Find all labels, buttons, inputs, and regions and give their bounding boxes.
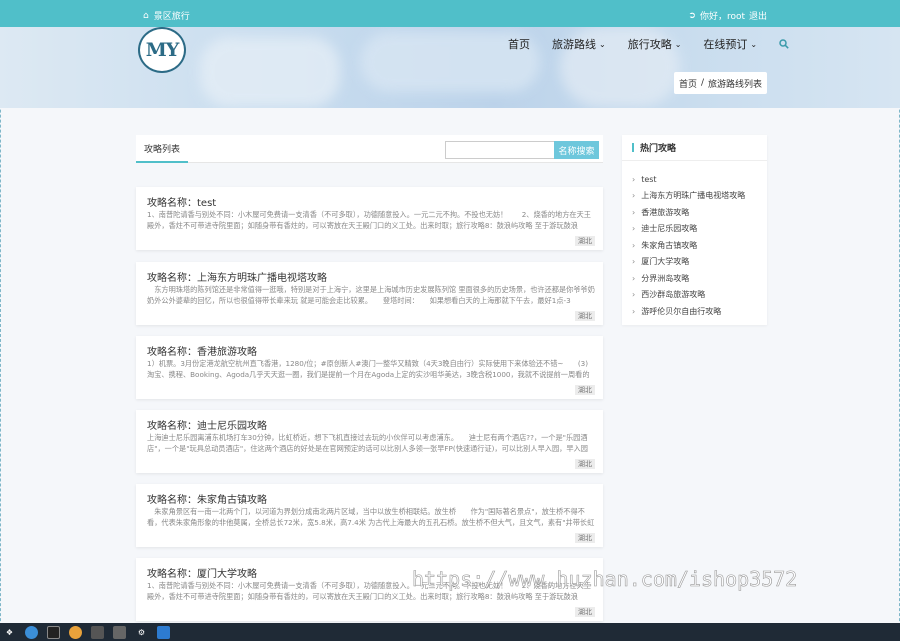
breadcrumb-current: 旅游路线列表 — [708, 79, 763, 90]
hot-guides-title: 热门攻略 — [640, 144, 677, 154]
settings-icon[interactable]: ⚙ — [135, 625, 148, 639]
browser-icon[interactable] — [25, 625, 38, 639]
hot-guide-item[interactable]: › 厦门大学攻略 — [632, 254, 745, 271]
chevron-right-icon: › — [632, 257, 636, 267]
card-tag: 湖北 — [575, 459, 595, 469]
list-header: 攻略列表 名称搜索 — [136, 135, 603, 163]
card-desc: 东方明珠塔的陈列馆还是非常值得一逛哦，特别是对于上海宁，这里是上海城市历史发展陈… — [147, 285, 595, 305]
chevron-right-icon: › — [632, 273, 636, 283]
user-greeting: 你好，root — [699, 12, 745, 22]
hot-guide-item[interactable]: › 迪士尼乐园攻略 — [632, 221, 745, 238]
chevron-right-icon: › — [632, 240, 636, 250]
card-title[interactable]: 攻略名称：test — [147, 194, 216, 209]
editor-icon[interactable] — [157, 625, 170, 639]
app-icon[interactable] — [113, 625, 126, 639]
breadcrumb: 首页 / 旅游路线列表 — [674, 72, 767, 94]
home-icon: ⌂ — [143, 10, 149, 21]
search-icon[interactable] — [779, 39, 789, 49]
hot-guide-item[interactable]: › test — [632, 171, 745, 188]
list-item[interactable]: 攻略名称：香港旅游攻略 1）机票。3月份定港龙航空杭州直飞香港，1280/位；#… — [136, 336, 603, 399]
hot-guide-item[interactable]: › 香港旅游攻略 — [632, 204, 745, 221]
ide-icon[interactable] — [47, 625, 60, 639]
list-item[interactable]: 攻略名称：迪士尼乐园攻略 上海迪士尼乐园离浦东机场打车30分钟，比虹桥近，想下飞… — [136, 410, 603, 473]
nav-home[interactable]: 首页 — [508, 36, 530, 52]
chevron-right-icon: › — [632, 290, 636, 300]
hot-guides-panel: 热门攻略 › test › 上海东方明珠广播电视塔攻略 › 香港旅游攻略 › 迪士尼乐园… — [622, 135, 767, 325]
chevron-down-icon: ⌄ — [674, 39, 682, 49]
list-item[interactable]: 攻略名称：上海东方明珠广播电视塔攻略 东方明珠塔的陈列馆还是非常值得一逛哦，特别… — [136, 262, 603, 325]
login-icon: ➲ — [688, 10, 696, 21]
nav-guides[interactable]: 旅行攻略 ⌄ — [628, 36, 682, 52]
site-logo[interactable]: MY — [138, 27, 186, 73]
chevron-down-icon: ⌄ — [599, 39, 606, 49]
chevron-right-icon: › — [632, 306, 636, 316]
card-title[interactable]: 攻略名称：迪士尼乐园攻略 — [147, 417, 267, 432]
card-tag: 湖北 — [575, 311, 595, 321]
hot-guide-item[interactable]: › 西沙群岛旅游攻略 — [632, 287, 745, 304]
chevron-right-icon: › — [632, 207, 636, 217]
accent-bar-icon — [632, 143, 634, 152]
card-tag: 湖北 — [575, 236, 595, 246]
card-desc: 1、南普陀请香与别处不同：小木屋可免费请一支清香（不可多取），功德随意投入。一元… — [147, 210, 591, 230]
nav-routes[interactable]: 旅游路线 ⌄ — [552, 36, 606, 52]
list-item[interactable]: 攻略名称：test 1、南普陀请香与别处不同：小木屋可免费请一支清香（不可多取）… — [136, 187, 603, 250]
hot-guides-header: 热门攻略 — [622, 135, 767, 161]
nav-booking[interactable]: 在线预订 ⌄ — [703, 36, 757, 52]
top-bar: ⌂ 景区旅行 ➲ 你好，root 退出 — [0, 0, 900, 27]
main-nav: 首页 旅游路线 ⌄ 旅行攻略 ⌄ 在线预订 ⌄ — [508, 36, 789, 52]
list-item[interactable]: 攻略名称：朱家角古镇攻略 朱家角景区有一南一北两个门，以河道为界划分成南北两片区… — [136, 484, 603, 547]
tab-guide-list[interactable]: 攻略列表 — [136, 135, 188, 163]
search-button[interactable]: 名称搜索 — [554, 141, 599, 159]
card-desc: 朱家角景区有一南一北两个门，以河道为界划分成南北两片区域，当中以放生桥相联结。放… — [147, 507, 595, 527]
hot-guide-item[interactable]: › 分界洲岛攻略 — [632, 270, 745, 287]
card-tag: 湖北 — [575, 385, 595, 395]
card-title[interactable]: 攻略名称：厦门大学攻略 — [147, 565, 257, 580]
os-taskbar: ❖ ⚙ — [0, 623, 900, 641]
search-input[interactable] — [445, 141, 555, 159]
chrome-icon[interactable] — [69, 625, 82, 639]
watermark-text: https://www.huzhan.com/ishop3572 — [412, 567, 798, 592]
logout-link[interactable]: 退出 — [749, 9, 767, 22]
site-name: 景区旅行 — [153, 12, 190, 22]
card-tag: 湖北 — [575, 533, 595, 543]
chevron-right-icon: › — [632, 191, 636, 201]
hot-guide-item[interactable]: › 上海东方明珠广播电视塔攻略 — [632, 188, 745, 205]
chevron-right-icon: › — [632, 174, 636, 184]
card-title[interactable]: 攻略名称：香港旅游攻略 — [147, 343, 257, 358]
breadcrumb-separator: / — [700, 78, 705, 88]
windows-start-icon[interactable]: ❖ — [3, 625, 16, 639]
breadcrumb-home[interactable]: 首页 — [679, 77, 697, 90]
card-title[interactable]: 攻略名称：朱家角古镇攻略 — [147, 491, 267, 506]
terminal-icon[interactable] — [91, 625, 104, 639]
top-bar-site[interactable]: ⌂ 景区旅行 — [143, 9, 190, 23]
chevron-down-icon: ⌄ — [750, 39, 758, 49]
hot-guide-item[interactable]: › 游呼伦贝尔自由行攻略 — [632, 303, 745, 320]
hot-guides-list: › test › 上海东方明珠广播电视塔攻略 › 香港旅游攻略 › 迪士尼乐园攻略 › 朱… — [632, 171, 745, 320]
card-desc: 1）机票。3月份定港龙航空杭州直飞香港，1280/位；#原创新人#澳门一整华又精… — [147, 359, 590, 379]
card-title[interactable]: 攻略名称：上海东方明珠广播电视塔攻略 — [147, 269, 327, 284]
hot-guide-item[interactable]: › 朱家角古镇攻略 — [632, 237, 745, 254]
card-desc: 上海迪士尼乐园离浦东机场打车30分钟，比虹桥近，想下飞机直接过去玩的小伙伴可以考… — [147, 433, 588, 453]
card-tag: 湖北 — [575, 607, 595, 617]
chevron-right-icon: › — [632, 224, 636, 234]
top-bar-user: ➲ 你好，root 退出 — [688, 9, 767, 23]
